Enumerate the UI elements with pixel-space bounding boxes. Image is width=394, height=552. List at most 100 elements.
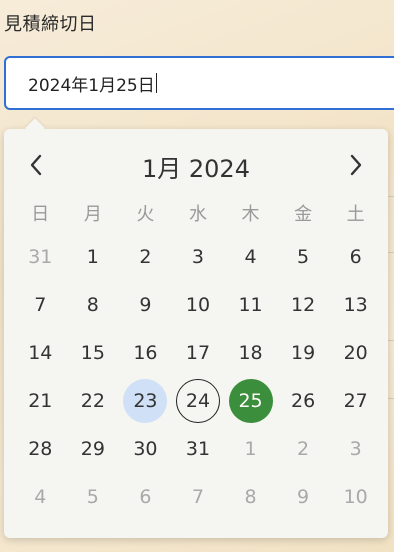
day-cell: 8 <box>67 281 120 329</box>
day-cell: 27 <box>329 377 382 425</box>
outside-month-day-button[interactable]: 8 <box>229 475 273 519</box>
day-cell: 10 <box>329 473 382 521</box>
day-cell: 5 <box>67 473 120 521</box>
day-cell: 2 <box>119 233 172 281</box>
weekday-label: 月 <box>83 204 102 225</box>
day-cell: 24 <box>172 377 225 425</box>
week-row: 28 29 30 31 1 2 3 <box>14 425 382 473</box>
highlighted-day-button[interactable]: 23 <box>123 379 168 423</box>
day-cell: 31 <box>14 233 67 281</box>
day-cell: 8 <box>224 473 277 521</box>
day-button[interactable]: 30 <box>123 427 167 471</box>
outside-month-day-button[interactable]: 5 <box>71 475 115 519</box>
day-cell: 4 <box>224 233 277 281</box>
day-button[interactable]: 10 <box>176 283 220 327</box>
day-cell: 22 <box>67 377 120 425</box>
day-button[interactable]: 14 <box>18 331 62 375</box>
today-day-button[interactable]: 24 <box>175 379 220 423</box>
day-button[interactable]: 15 <box>71 331 115 375</box>
outside-month-day-button[interactable]: 3 <box>334 427 378 471</box>
day-button[interactable]: 11 <box>229 283 273 327</box>
date-input[interactable]: 2024年1月25日 <box>4 56 394 110</box>
day-cell: 6 <box>329 233 382 281</box>
day-button[interactable]: 7 <box>18 283 62 327</box>
day-button[interactable]: 26 <box>281 379 325 423</box>
month-title: 1月 2024 <box>142 155 250 183</box>
day-cell: 1 <box>224 425 277 473</box>
week-row: 31 1 2 3 4 5 6 <box>14 233 382 281</box>
date-input-value: 2024年1月25日 <box>28 75 155 96</box>
day-button[interactable]: 19 <box>281 331 325 375</box>
day-button[interactable]: 6 <box>334 235 378 279</box>
weekday-label: 金 <box>294 204 313 225</box>
day-button[interactable]: 4 <box>229 235 273 279</box>
weekday-cell: 金 <box>277 193 330 233</box>
day-button[interactable]: 16 <box>123 331 167 375</box>
day-cell: 11 <box>224 281 277 329</box>
weekday-row: 日月火水木金土 <box>14 193 382 233</box>
day-button[interactable]: 28 <box>18 427 62 471</box>
day-button[interactable]: 13 <box>334 283 378 327</box>
day-cell: 30 <box>119 425 172 473</box>
day-cell: 21 <box>14 377 67 425</box>
outside-month-day-button[interactable]: 6 <box>123 475 167 519</box>
weekday-cell: 火 <box>119 193 172 233</box>
day-cell: 19 <box>277 329 330 377</box>
day-cell: 16 <box>119 329 172 377</box>
weekday-label: 土 <box>346 204 365 225</box>
calendar-popup: 1月 2024 日月火水木金土 31 1 2 3 4 5 6 7 8 9 10 11 12 13 14 15 1… <box>4 118 388 538</box>
field-label: 見積締切日 <box>4 14 97 35</box>
day-button[interactable]: 21 <box>18 379 62 423</box>
weekday-cell: 月 <box>67 193 120 233</box>
day-button[interactable]: 22 <box>71 379 115 423</box>
day-cell: 3 <box>172 233 225 281</box>
outside-month-day-button[interactable]: 2 <box>281 427 325 471</box>
outside-month-day-button[interactable]: 31 <box>18 235 62 279</box>
day-cell: 14 <box>14 329 67 377</box>
day-cell: 4 <box>14 473 67 521</box>
day-cell: 23 <box>119 377 172 425</box>
weekday-label: 木 <box>241 204 260 225</box>
day-button[interactable]: 5 <box>281 235 325 279</box>
day-cell: 1 <box>67 233 120 281</box>
day-button[interactable]: 9 <box>123 283 167 327</box>
weekday-cell: 土 <box>329 193 382 233</box>
week-row: 4 5 6 7 8 9 10 <box>14 473 382 521</box>
day-button[interactable]: 17 <box>176 331 220 375</box>
outside-month-day-button[interactable]: 1 <box>229 427 273 471</box>
outside-month-day-button[interactable]: 9 <box>281 475 325 519</box>
outside-month-day-button[interactable]: 10 <box>334 475 378 519</box>
day-button[interactable]: 20 <box>334 331 378 375</box>
day-button[interactable]: 27 <box>334 379 378 423</box>
day-button[interactable]: 1 <box>71 235 115 279</box>
calendar-header: 1月 2024 <box>4 143 388 187</box>
calendar-grid: 日月火水木金土 31 1 2 3 4 5 6 7 8 9 10 11 12 13 14 15 16 17 18 19 2… <box>14 193 382 521</box>
day-button[interactable]: 29 <box>71 427 115 471</box>
day-button[interactable]: 3 <box>176 235 220 279</box>
day-cell: 18 <box>224 329 277 377</box>
day-button[interactable]: 18 <box>229 331 273 375</box>
next-month-button[interactable] <box>338 147 374 183</box>
day-cell: 7 <box>172 473 225 521</box>
day-cell: 3 <box>329 425 382 473</box>
day-button[interactable]: 31 <box>176 427 220 471</box>
day-cell: 10 <box>172 281 225 329</box>
weekday-cell: 木 <box>224 193 277 233</box>
day-cell: 2 <box>277 425 330 473</box>
day-cell: 9 <box>277 473 330 521</box>
weekday-label: 水 <box>188 204 207 225</box>
day-button[interactable]: 12 <box>281 283 325 327</box>
text-caret <box>155 73 157 93</box>
day-cell: 29 <box>67 425 120 473</box>
day-cell: 7 <box>14 281 67 329</box>
outside-month-day-button[interactable]: 7 <box>176 475 220 519</box>
day-cell: 31 <box>172 425 225 473</box>
day-button[interactable]: 8 <box>71 283 115 327</box>
chevron-right-icon <box>350 154 362 176</box>
day-button[interactable]: 2 <box>123 235 167 279</box>
day-cell: 6 <box>119 473 172 521</box>
selected-day-button[interactable]: 25 <box>228 379 273 423</box>
outside-month-day-button[interactable]: 4 <box>18 475 62 519</box>
week-row: 7 8 9 10 11 12 13 <box>14 281 382 329</box>
day-cell: 28 <box>14 425 67 473</box>
